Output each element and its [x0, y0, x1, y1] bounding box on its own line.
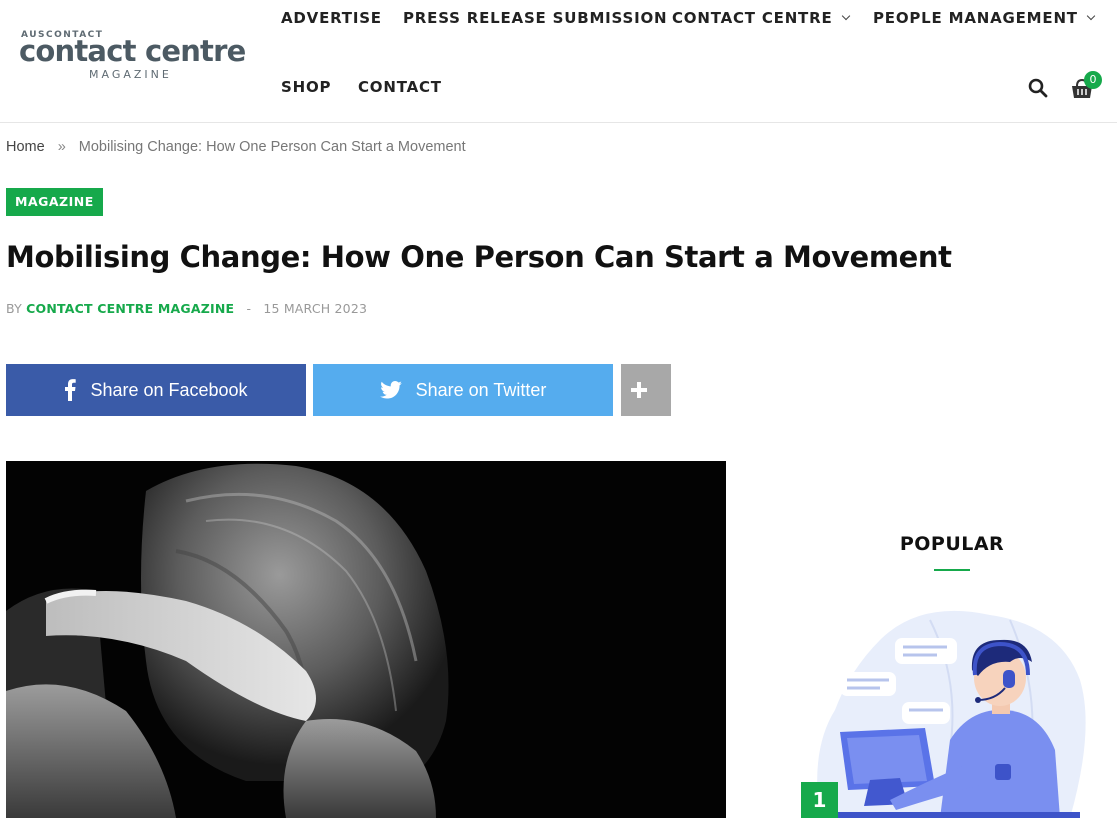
site-logo[interactable]: AUSCONTACT contact centre MAGAZINE: [19, 30, 259, 82]
nav-contact-centre[interactable]: CONTACT CENTRE: [672, 9, 850, 27]
search-icon[interactable]: [1028, 78, 1048, 98]
share-more-button[interactable]: [621, 364, 671, 416]
popular-item-image[interactable]: [800, 600, 1100, 818]
nav-press-release-submission[interactable]: PRESS RELEASE SUBMISSION: [403, 9, 667, 27]
category-badge[interactable]: MAGAZINE: [6, 188, 103, 216]
twitter-icon: [379, 381, 402, 399]
facebook-icon: [65, 379, 77, 401]
breadcrumb-home[interactable]: Home: [6, 139, 45, 155]
breadcrumb-current: Mobilising Change: How One Person Can St…: [78, 139, 466, 155]
meta-by: BY: [6, 301, 22, 316]
popular-rank-badge: 1: [801, 782, 838, 818]
page-title: Mobilising Change: How One Person Can St…: [6, 240, 952, 274]
share-facebook-button[interactable]: Share on Facebook: [6, 364, 306, 416]
author-link[interactable]: CONTACT CENTRE MAGAZINE: [26, 301, 234, 316]
plus-icon: [631, 382, 647, 398]
nav-shop[interactable]: SHOP: [281, 78, 331, 96]
logo-main-text: contact centre: [19, 34, 246, 68]
post-date: 15 MARCH 2023: [263, 301, 368, 316]
cart-count-badge: 0: [1084, 71, 1102, 89]
nav-contact-centre-label: CONTACT CENTRE: [672, 9, 833, 27]
sidebar-popular-title: POPULAR: [899, 533, 1005, 555]
nav-people-management-label: PEOPLE MANAGEMENT: [873, 9, 1078, 27]
site-header: AUSCONTACT contact centre MAGAZINE ADVER…: [0, 0, 1117, 123]
share-twitter-button[interactable]: Share on Twitter: [313, 364, 613, 416]
featured-image: [6, 461, 726, 818]
nav-people-management[interactable]: PEOPLE MANAGEMENT: [873, 9, 1096, 27]
sidebar-title-divider: [934, 569, 970, 571]
breadcrumb: Home » Mobilising Change: How One Person C…: [6, 139, 466, 155]
nav-contact[interactable]: CONTACT: [358, 78, 442, 96]
chevron-down-icon: [1086, 11, 1096, 21]
logo-sub-text: MAGAZINE: [89, 68, 172, 81]
meta-separator: -: [246, 301, 252, 316]
share-twitter-label: Share on Twitter: [415, 379, 547, 400]
nav-advertise[interactable]: ADVERTISE: [281, 9, 382, 27]
post-meta: BY CONTACT CENTRE MAGAZINE - 15 MARCH 20…: [6, 301, 367, 316]
share-facebook-label: Share on Facebook: [90, 379, 248, 400]
breadcrumb-separator: »: [57, 139, 66, 155]
chevron-down-icon: [841, 11, 850, 21]
